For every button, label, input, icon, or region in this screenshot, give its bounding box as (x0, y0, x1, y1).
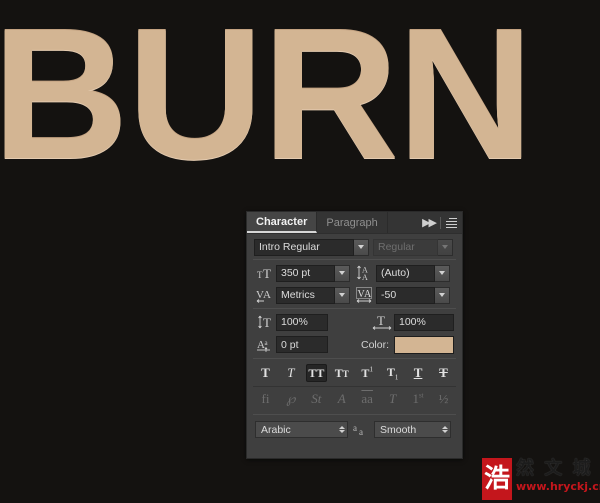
faux-italic-button[interactable]: T (280, 364, 301, 382)
panel-tab-strip: Character Paragraph ▶▶ (247, 212, 462, 234)
size-leading-row: T T 350 pt A A (Auto) (247, 262, 462, 284)
small-caps-button[interactable]: TT (331, 364, 352, 382)
scale-row: T 100% T 100% (247, 311, 462, 333)
font-style-dropdown-arrow[interactable] (438, 238, 453, 256)
character-panel[interactable]: Character Paragraph ▶▶ Intro Regular Reg… (246, 211, 463, 459)
baseline-shift-input[interactable]: 0 pt (276, 336, 328, 353)
spinner-icon (438, 426, 448, 433)
chevron-down-icon (442, 245, 448, 249)
divider (253, 308, 456, 309)
divider (253, 259, 456, 260)
panel-tab-icons: ▶▶ (419, 212, 462, 233)
font-family-dropdown-arrow[interactable] (354, 238, 369, 256)
svg-text:A: A (362, 273, 368, 281)
all-caps-button[interactable]: TT (305, 364, 327, 382)
anti-alias-value: Smooth (380, 423, 417, 436)
contextual-alternates-button[interactable]: ℘ (280, 390, 301, 408)
faux-bold-button[interactable]: T (255, 364, 276, 382)
horizontal-scale-input[interactable]: 100% (394, 313, 454, 331)
tracking-combo[interactable]: -50 (376, 286, 450, 304)
underline-button[interactable]: T (408, 364, 429, 382)
font-style-combo[interactable]: Regular (373, 238, 453, 256)
svg-text:a: a (353, 423, 357, 433)
svg-text:T: T (377, 314, 385, 328)
watermark-seal: 浩 (482, 458, 513, 500)
svg-text:a: a (264, 339, 268, 347)
language-antialias-row: Arabic a a Smooth (247, 417, 462, 439)
baseline-shift-icon: A a (254, 335, 276, 354)
titling-alternates-button[interactable]: T (382, 390, 403, 408)
fractions-button[interactable]: ½ (433, 390, 454, 408)
chevron-down-icon (439, 293, 445, 297)
swash-button[interactable]: A (331, 390, 352, 408)
watermark: 浩 然 文 城 www.hryckj.cn (482, 458, 600, 503)
font-size-input[interactable]: 350 pt (276, 264, 335, 282)
color-label: Color: (361, 338, 390, 351)
svg-text:A: A (364, 289, 372, 300)
font-size-icon: T T (254, 264, 276, 283)
chevron-down-icon (358, 245, 364, 249)
divider (253, 414, 456, 415)
vertical-scale-icon: T (254, 313, 276, 332)
tab-spacer (387, 212, 420, 233)
tracking-dropdown-arrow[interactable] (435, 286, 450, 304)
opentype-buttons: fi ℘ St A aa T 1st ½ (247, 389, 462, 410)
leading-combo[interactable]: (Auto) (376, 264, 450, 282)
tracking-icon: V A (354, 286, 376, 305)
ordinals-button[interactable]: 1st (408, 390, 429, 408)
kerning-icon: V A (254, 286, 276, 305)
kerning-combo[interactable]: Metrics (276, 286, 350, 304)
anti-alias-select[interactable]: Smooth (374, 421, 451, 438)
font-style-input[interactable]: Regular (373, 238, 438, 256)
leading-dropdown-arrow[interactable] (435, 264, 450, 282)
kerning-input[interactable]: Metrics (276, 286, 335, 304)
subscript-button[interactable]: T1 (382, 364, 403, 382)
language-select[interactable]: Arabic (255, 421, 348, 438)
discretionary-ligatures-button[interactable]: St (306, 390, 327, 408)
font-family-combo[interactable]: Intro Regular (254, 238, 369, 256)
spinner-icon (335, 426, 345, 433)
svg-text:a: a (359, 427, 363, 437)
watermark-url: www.hryckj.cn (516, 480, 600, 493)
divider (253, 358, 456, 359)
tracking-input[interactable]: -50 (376, 286, 435, 304)
burn-headline-text: BURN (0, 0, 534, 198)
standard-ligatures-button[interactable]: fi (255, 390, 276, 408)
kerning-tracking-row: V A Metrics V A -50 (247, 284, 462, 306)
font-size-combo[interactable]: 350 pt (276, 264, 350, 282)
double-chevron-right-icon[interactable]: ▶▶ (422, 216, 437, 229)
horizontal-scale-icon: T (372, 313, 394, 332)
tab-character[interactable]: Character (247, 212, 318, 233)
text-color-swatch[interactable] (394, 335, 455, 354)
svg-text:T: T (263, 315, 271, 330)
baseline-color-row: A a 0 pt Color: (247, 333, 462, 356)
superscript-button[interactable]: T1 (357, 364, 378, 382)
panel-menu-icon[interactable] (446, 217, 457, 228)
watermark-chinese-text: 然 文 城 (516, 458, 593, 479)
svg-text:A: A (263, 289, 271, 301)
oldstyle-button[interactable]: aa (357, 390, 378, 408)
font-row: Intro Regular Regular (247, 234, 462, 257)
vertical-scale-input[interactable]: 100% (276, 313, 328, 331)
chevron-down-icon (339, 293, 345, 297)
strikethrough-button[interactable]: T (433, 364, 454, 382)
svg-text:T: T (263, 266, 271, 281)
font-size-dropdown-arrow[interactable] (335, 264, 350, 282)
divider (440, 216, 441, 229)
language-value: Arabic (261, 423, 291, 436)
anti-alias-icon: a a (353, 420, 369, 439)
chevron-down-icon (439, 271, 445, 275)
chevron-down-icon (339, 271, 345, 275)
watermark-text-group: 然 文 城 www.hryckj.cn (516, 458, 600, 493)
leading-input[interactable]: (Auto) (376, 264, 435, 282)
leading-icon: A A (354, 264, 376, 283)
kerning-dropdown-arrow[interactable] (335, 286, 350, 304)
screenshot-canvas: BURN Character Paragraph ▶▶ Intro Regula… (0, 0, 600, 503)
tab-paragraph[interactable]: Paragraph (317, 212, 388, 233)
font-family-input[interactable]: Intro Regular (254, 238, 354, 256)
type-style-buttons: T T TT TT T1 T1 T T (247, 361, 462, 384)
divider (253, 386, 456, 387)
